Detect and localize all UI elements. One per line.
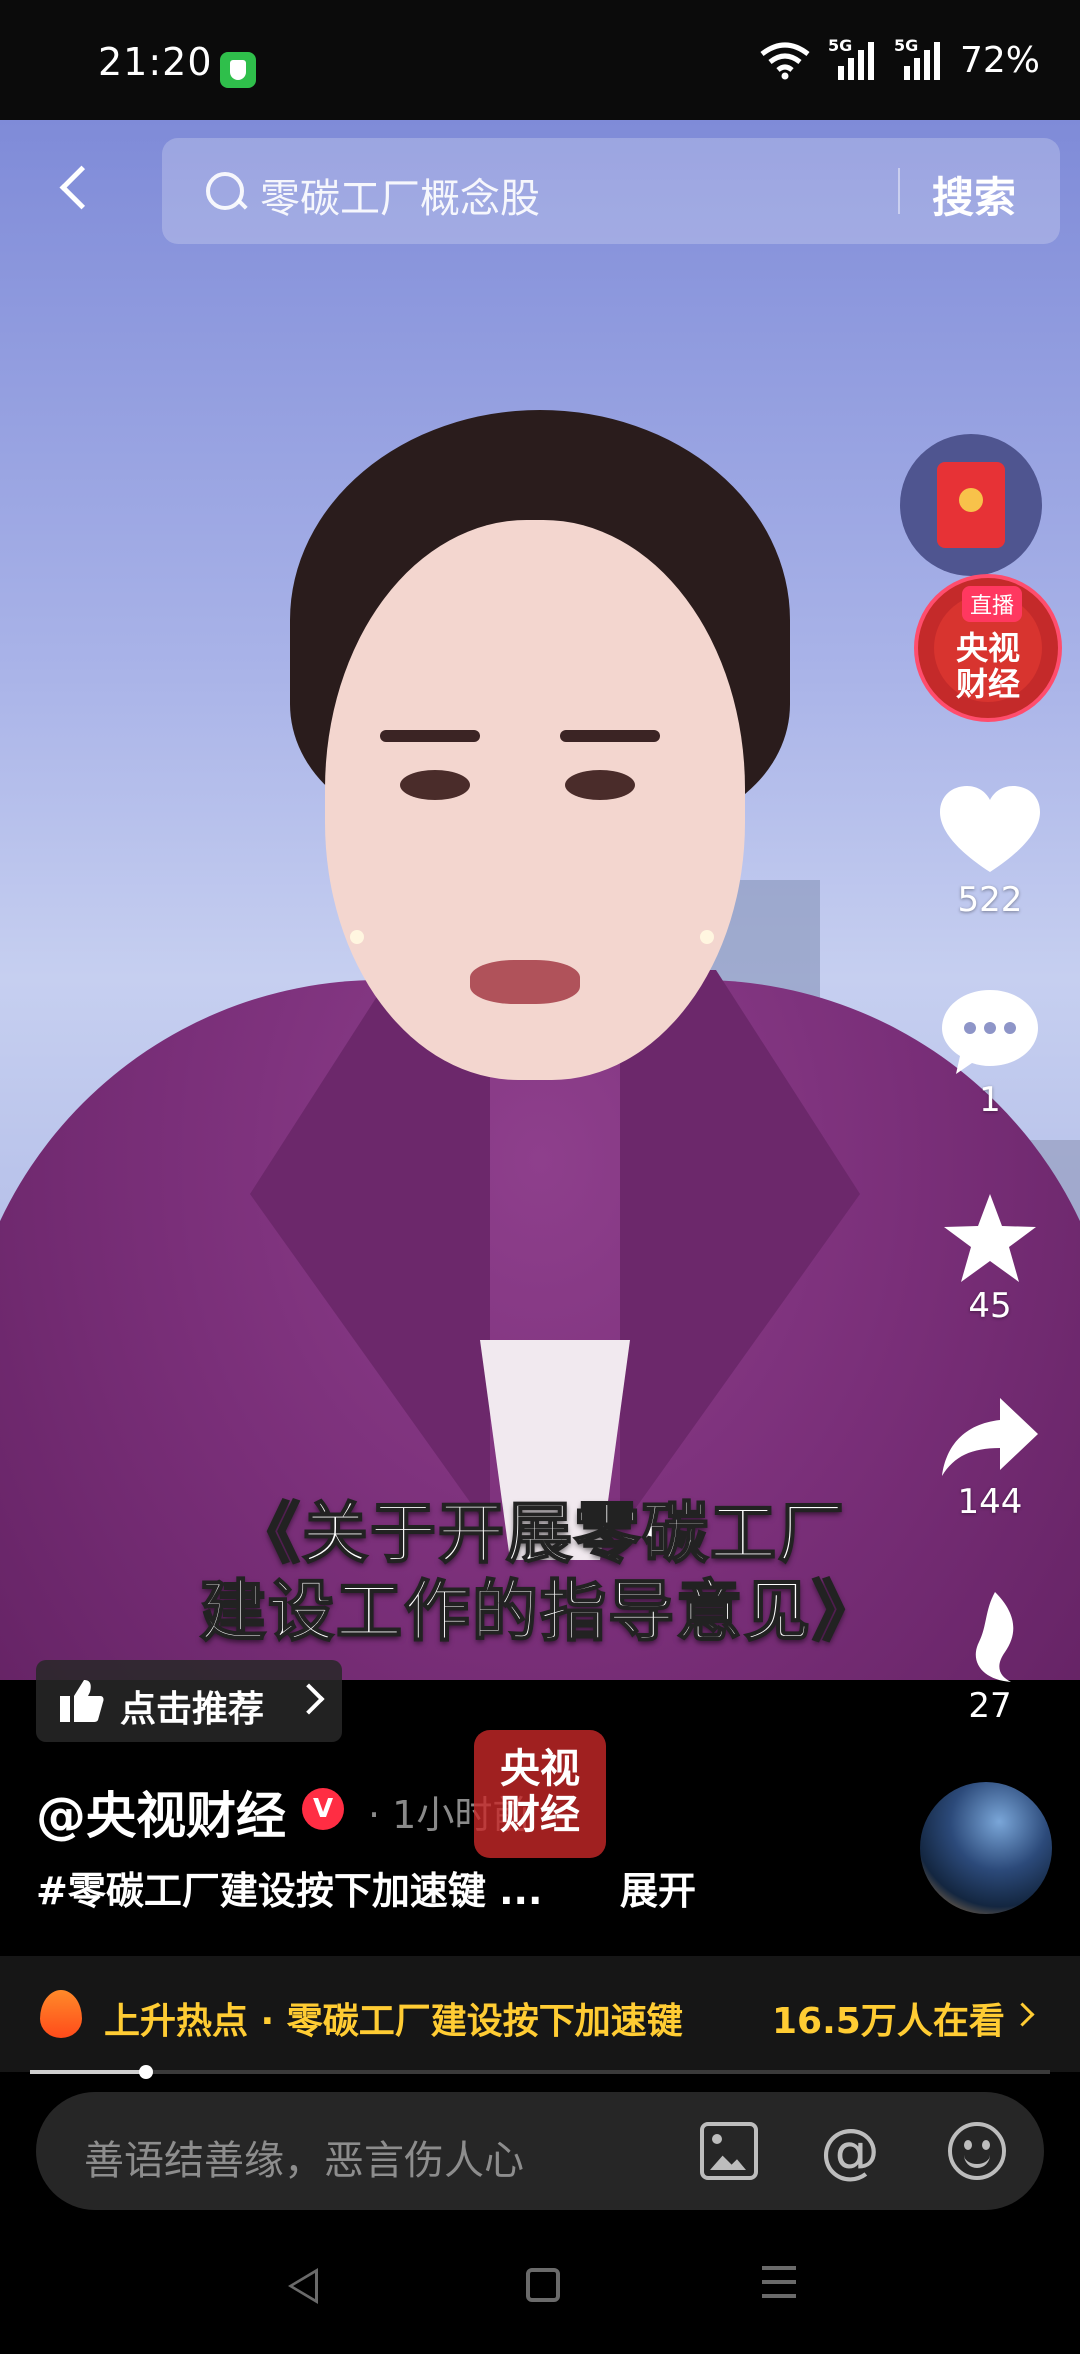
presenter-earring-left [350,930,364,944]
recommend-label: 点击推荐 [120,1689,265,1730]
signal-icon-2: 5G [894,36,942,80]
nav-back-icon[interactable] [288,2268,318,2304]
share-button[interactable]: 144 [930,1398,1050,1522]
verified-badge: V [302,1788,344,1830]
gift-icon [975,1592,1014,1682]
presenter-eye-left [400,770,470,800]
status-indicators: 5G 5G 72% [760,36,1040,81]
presenter-brow-left [380,730,480,742]
extra-count: 27 [968,1686,1012,1726]
heart-icon [940,786,1040,872]
status-time: 21:20 [98,40,213,84]
extra-action-button[interactable]: 27 [930,1592,1050,1726]
favorite-count: 45 [968,1286,1012,1326]
chevron-right-icon [1010,2002,1035,2027]
live-avatar-button[interactable]: 央视 财经 直播 [914,574,1062,722]
like-count: 522 [957,880,1023,920]
search-button[interactable]: 搜索 [932,164,1016,225]
channel-watermark: 央视 财经 [474,1730,606,1858]
progress-fill [30,2070,147,2074]
presenter-earring-right [700,930,714,944]
presenter-mouth [470,960,580,1004]
trending-bar[interactable]: 上升热点 · 零碳工厂建设按下加速键 16.5万人在看 [0,1956,1080,2072]
video-player[interactable]: 《关于开展零碳工厂 建设工作的指导意见》 [0,120,1080,1680]
status-bar: 21:20 5G 5G 72% [0,0,1080,120]
back-button[interactable] [52,160,102,220]
battery-percent: 72% [959,40,1040,81]
recommend-button[interactable]: 点击推荐 [36,1660,342,1742]
chevron-right-icon [293,1683,325,1715]
share-icon [942,1398,1038,1476]
fire-icon [40,1990,82,2038]
nav-home-icon[interactable] [526,2268,560,2302]
post-hashtag[interactable]: #零碳工厂建设按下加速键 ... [36,1860,542,1915]
progress-knob[interactable] [139,2065,154,2079]
system-nav-bar [0,2230,1080,2354]
comment-bar[interactable]: 善语结善缘，恶言伤人心 @ [36,2092,1044,2210]
comment-count: 1 [979,1080,1001,1120]
trending-label: 上升热点 · 零碳工厂建设按下加速键 [104,2001,683,2042]
image-icon[interactable] [700,2122,758,2180]
red-packet-button[interactable] [900,434,1042,576]
comment-icon [942,990,1038,1074]
search-divider [898,168,900,214]
search-bar[interactable]: 零碳工厂概念股 搜索 [162,138,1060,244]
share-count: 144 [957,1482,1023,1522]
like-button[interactable]: 522 [930,786,1050,920]
video-progress-bar[interactable] [30,2065,1050,2079]
star-icon [944,1194,1036,1282]
comment-input[interactable]: 善语结善缘，恶言伤人心 [84,2128,524,2186]
nav-menu-icon[interactable] [762,2266,796,2304]
favorite-button[interactable]: 45 [930,1194,1050,1326]
red-packet-icon [937,462,1005,548]
expand-button[interactable]: 展开 [620,1860,696,1915]
security-shield-icon [220,52,256,88]
author-name[interactable]: @央视财经 [36,1776,286,1848]
trending-viewers: 16.5万人在看 [772,2001,1005,2042]
wifi-icon [760,42,810,80]
comment-button[interactable]: 1 [930,990,1050,1120]
search-input[interactable]: 零碳工厂概念股 [260,166,540,224]
signal-icon-1: 5G [828,36,876,80]
video-subtitle-line2: 建设工作的指导意见》 [199,1572,880,1651]
music-disc[interactable] [920,1782,1052,1914]
thumb-up-icon [60,1680,104,1722]
presenter-eye-right [565,770,635,800]
presenter-brow-right [560,730,660,742]
search-icon [206,172,244,210]
live-badge: 直播 [962,586,1023,622]
at-icon[interactable]: @ [820,2121,880,2181]
emoji-icon[interactable] [948,2122,1006,2180]
